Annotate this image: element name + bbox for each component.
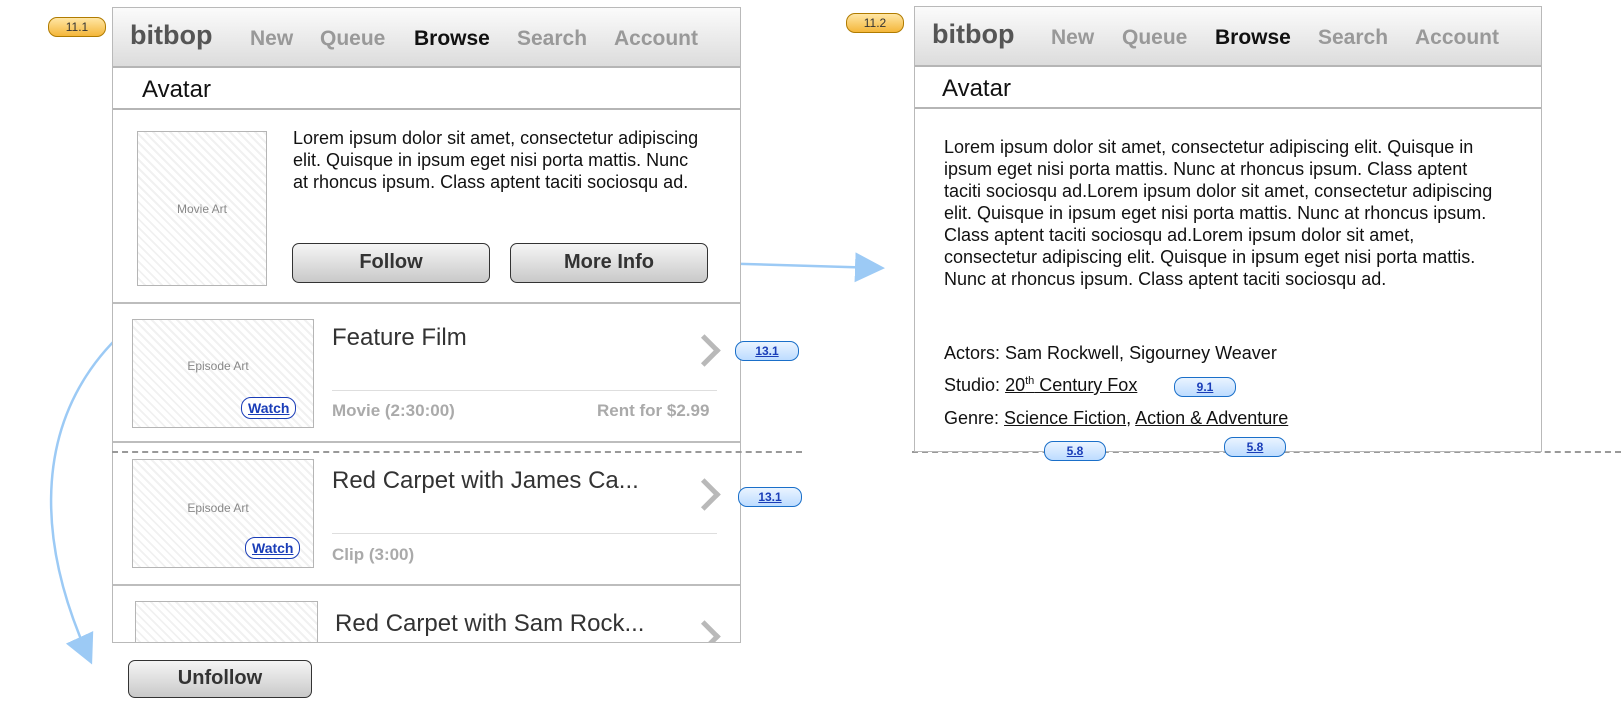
genre-link-badge[interactable]: 5.8	[1224, 437, 1286, 457]
row-separator	[332, 533, 717, 534]
episode-title: Red Carpet with James Ca...	[332, 467, 639, 494]
unfollow-button[interactable]: Unfollow	[128, 660, 312, 698]
section-divider	[113, 441, 740, 443]
episode-link-badge[interactable]: 13.1	[735, 341, 799, 361]
nav-queue[interactable]: Queue	[320, 27, 385, 51]
genre-link[interactable]: Science Fiction	[1004, 408, 1126, 428]
nav-search[interactable]: Search	[517, 27, 587, 51]
nav-browse[interactable]: Browse	[1215, 26, 1291, 50]
genre-separator: ,	[1126, 408, 1132, 428]
nav-new[interactable]: New	[250, 27, 293, 51]
nav-bar: bitbop New Queue Browse Search Account	[113, 8, 740, 68]
page-title-bar: Avatar	[915, 67, 1541, 109]
episode-art: Episode Art Watch	[132, 319, 314, 428]
movie-art-label: Movie Art	[176, 202, 227, 216]
studio-link[interactable]: 20th Century Fox	[1005, 375, 1137, 395]
studio-suffix: th	[1025, 375, 1035, 387]
episode-art	[135, 601, 318, 642]
episode-title: Red Carpet with Sam Rock...	[335, 610, 645, 637]
brand-logo[interactable]: bitbop	[932, 19, 1014, 50]
episode-art: Episode Art Watch	[132, 459, 314, 568]
section-divider	[113, 302, 740, 304]
studio-number: 20	[1005, 375, 1026, 395]
studio-line: Studio: 20th Century Fox	[944, 375, 1137, 396]
nav-browse[interactable]: Browse	[414, 27, 490, 51]
studio-name: Century Fox	[1034, 375, 1138, 395]
row-separator	[332, 390, 717, 391]
studio-label: Studio:	[944, 375, 1001, 395]
nav-search[interactable]: Search	[1318, 26, 1388, 50]
genre-link[interactable]: Action & Adventure	[1135, 408, 1288, 428]
left-screen: bitbop New Queue Browse Search Account A…	[112, 7, 741, 643]
genre-line: Genre: Science Fiction, Action & Adventu…	[944, 408, 1288, 429]
episode-meta: Clip (3:00)	[332, 545, 415, 564]
nav-new[interactable]: New	[1051, 26, 1094, 50]
episode-art-label: Episode Art	[187, 359, 249, 373]
movie-description: Lorem ipsum dolor sit amet, consectetur …	[293, 128, 699, 192]
episode-title: Feature Film	[332, 324, 467, 351]
chevron-right-icon	[688, 478, 721, 511]
section-divider	[113, 584, 740, 586]
nav-account[interactable]: Account	[1415, 26, 1499, 50]
page-title-bar: Avatar	[113, 68, 740, 110]
actors-line: Actors: Sam Rockwell, Sigourney Weaver	[944, 343, 1277, 364]
more-info-button[interactable]: More Info	[510, 243, 708, 283]
nav-account[interactable]: Account	[614, 27, 698, 51]
genre-link-badge[interactable]: 5.8	[1044, 441, 1106, 461]
chevron-right-icon	[688, 620, 721, 642]
follow-button[interactable]: Follow	[292, 243, 490, 283]
episode-link-badge[interactable]: 13.1	[738, 487, 802, 507]
actors-label: Actors:	[944, 343, 1001, 363]
fold-line	[112, 451, 802, 453]
studio-link-badge[interactable]: 9.1	[1174, 377, 1236, 397]
episode-price: Rent for $2.99	[597, 401, 710, 420]
movie-art: Movie Art	[137, 131, 267, 286]
episode-art-label: Episode Art	[187, 501, 249, 515]
watch-button[interactable]: Watch	[245, 537, 301, 559]
brand-logo[interactable]: bitbop	[130, 20, 212, 51]
episode-meta: Movie (2:30:00)	[332, 401, 455, 420]
movie-full-description: Lorem ipsum dolor sit amet, consectetur …	[944, 137, 1493, 289]
nav-bar: bitbop New Queue Browse Search Account	[915, 7, 1541, 67]
page-title: Avatar	[142, 76, 211, 103]
chevron-right-icon	[688, 334, 721, 367]
page-title: Avatar	[942, 75, 1011, 102]
watch-button[interactable]: Watch	[241, 397, 297, 419]
actors-value: Sam Rockwell, Sigourney Weaver	[1005, 343, 1277, 363]
nav-queue[interactable]: Queue	[1122, 26, 1187, 50]
genre-label: Genre:	[944, 408, 1000, 428]
